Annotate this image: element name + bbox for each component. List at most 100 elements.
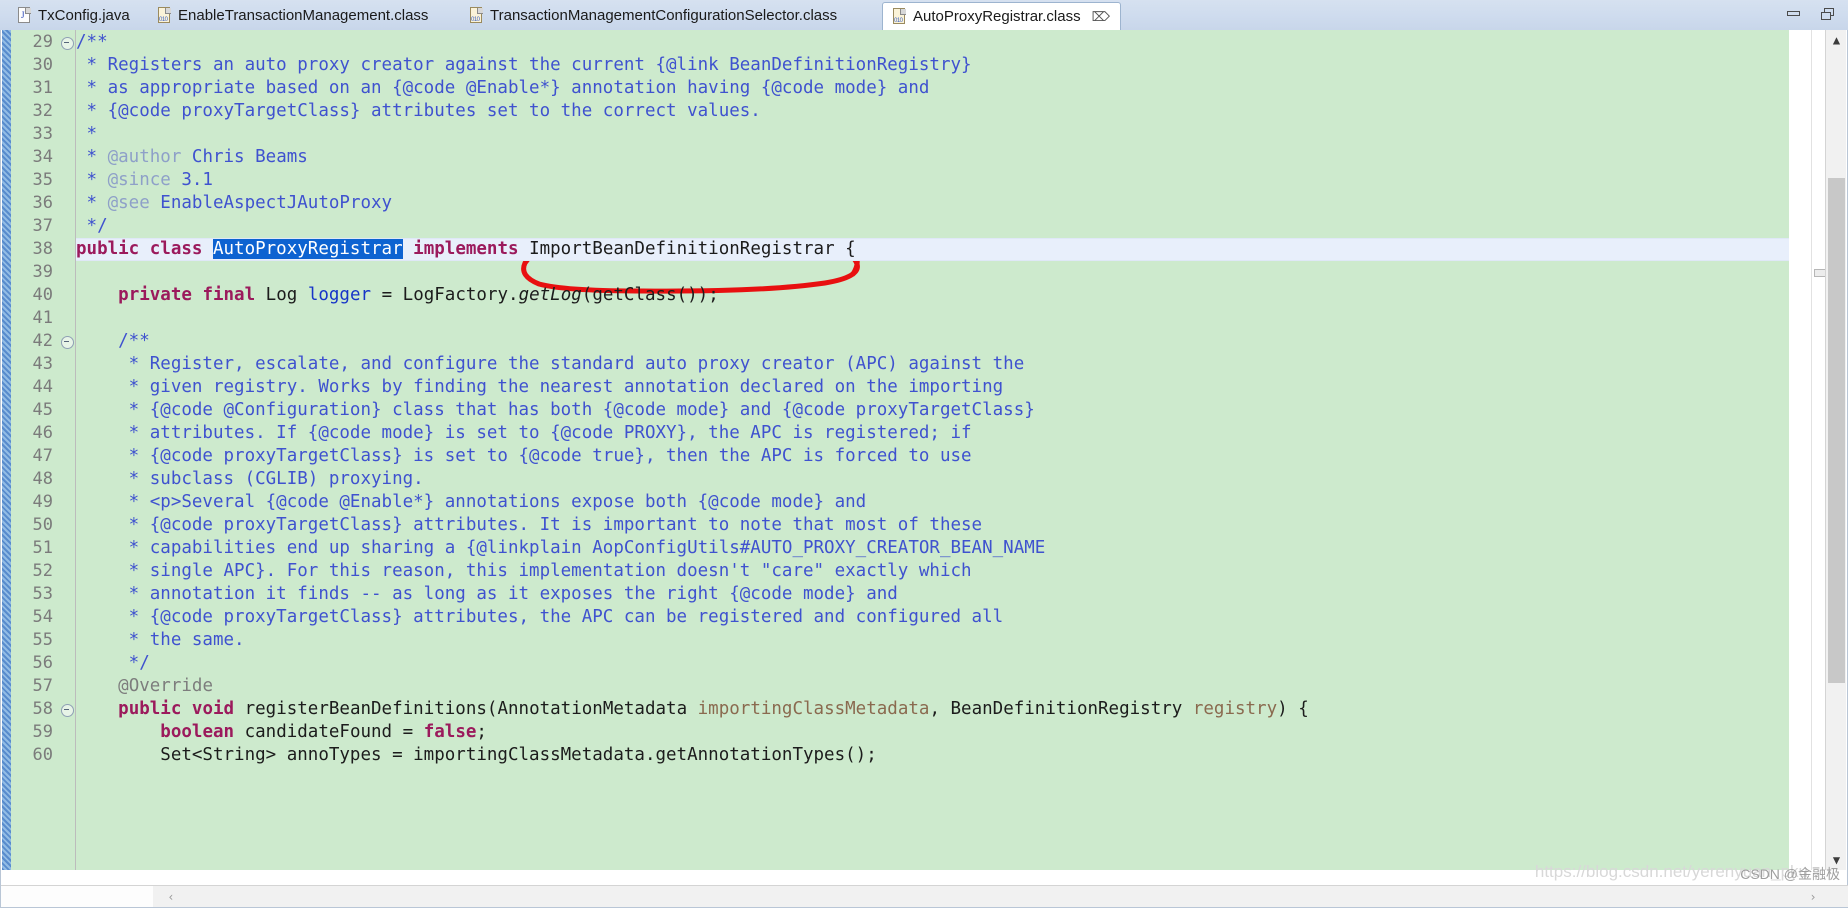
line-number: 43 <box>32 354 53 374</box>
code-token: * {@code proxyTargetClass} attributes se… <box>76 101 761 121</box>
line-number: 31 <box>32 78 53 98</box>
code-token: * <box>76 170 108 190</box>
scroll-left-arrow[interactable]: ‹ <box>161 886 181 907</box>
line-number: 40 <box>32 285 53 305</box>
code-token: Log <box>265 285 308 305</box>
code-line: * subclass (CGLIB) proxying. <box>76 468 424 491</box>
line-number: 39 <box>32 262 53 282</box>
code-token: Chris Beams <box>181 147 308 167</box>
code-editor[interactable]: 29 30 31 32 33 34 35 36 37 38 39 40 41 42 43 44 45 46 47 48… <box>0 30 1848 908</box>
code-line: * @author Chris Beams <box>76 146 308 169</box>
code-token: EnableAspectJAutoProxy <box>149 193 393 213</box>
line-number: 53 <box>32 584 53 604</box>
code-token: importingClassMetadata <box>697 699 930 719</box>
code-token: false <box>423 722 477 742</box>
scroll-down-arrow[interactable]: ▼ <box>1826 850 1847 870</box>
code-token: * given registry. Works by finding the n… <box>76 377 1004 397</box>
tab-label: TxConfig.java <box>38 7 130 24</box>
code-token: /** <box>76 331 150 351</box>
fold-toggle-icon[interactable] <box>61 31 74 54</box>
code-token: * Registers an auto proxy creator agains… <box>76 55 972 75</box>
line-number: 45 <box>32 400 53 420</box>
code-line: * @since 3.1 <box>76 169 213 192</box>
code-token: * attributes. If {@code mode} is set to … <box>76 423 972 443</box>
code-line: * {@code proxyTargetClass} is set to {@c… <box>76 445 972 468</box>
code-token: */ <box>76 216 108 236</box>
code-line: * @see EnableAspectJAutoProxy <box>76 192 393 215</box>
code-line: */ <box>76 652 150 675</box>
code-token: candidateFound = <box>244 722 424 742</box>
code-text-area[interactable]: /** * Registers an auto proxy creator ag… <box>76 30 1789 870</box>
line-number: 50 <box>32 515 53 535</box>
code-token: ) { <box>1277 699 1309 719</box>
code-line: * {@code proxyTargetClass} attributes. I… <box>76 514 982 537</box>
scrollbar-corner <box>1 886 153 907</box>
code-line: public void registerBeanDefinitions(Anno… <box>76 698 1309 721</box>
line-number: 33 <box>32 124 53 144</box>
class-file-icon: 010 <box>893 8 907 25</box>
code-line: * attributes. If {@code mode} is set to … <box>76 422 972 445</box>
code-line: * {@code proxyTargetClass} attributes se… <box>76 100 761 123</box>
code-token: * {@code proxyTargetClass} attributes. I… <box>76 515 983 535</box>
line-number: 30 <box>32 55 53 75</box>
tab-enabletransactionmanagement-class[interactable]: 010 EnableTransactionManagement.class <box>148 3 438 28</box>
code-token: boolean <box>160 722 245 742</box>
code-token: * <box>76 193 108 213</box>
code-token: * {@code @Configuration} class that has … <box>76 400 1035 420</box>
code-token: private final <box>118 285 266 305</box>
line-number: 35 <box>32 170 53 190</box>
line-number: 37 <box>32 216 53 236</box>
code-token: = LogFactory. <box>371 285 519 305</box>
line-number: 52 <box>32 561 53 581</box>
tab-autoproxyregistrar-class[interactable]: 010 AutoProxyRegistrar.class ⌦ <box>882 2 1121 30</box>
code-token: * annotation it finds -- as long as it e… <box>76 584 898 604</box>
eclipse-editor-window: J TxConfig.java 010 EnableTransactionMan… <box>0 0 1848 908</box>
scroll-right-arrow[interactable]: › <box>1803 886 1823 907</box>
line-number: 32 <box>32 101 53 121</box>
java-file-icon: J <box>18 7 32 24</box>
code-line: * <p>Several {@code @Enable*} annotation… <box>76 491 867 514</box>
vertical-scrollbar-thumb[interactable] <box>1828 178 1845 683</box>
code-line: * Register, escalate, and configure the … <box>76 353 1025 376</box>
folding-column[interactable] <box>59 30 76 870</box>
code-line: @Override <box>76 675 213 698</box>
code-token: @author <box>107 147 182 167</box>
code-token: * {@code proxyTargetClass} attributes, t… <box>76 607 1004 627</box>
code-token: * {@code proxyTargetClass} is set to {@c… <box>76 446 972 466</box>
horizontal-scrollbar[interactable]: ‹ › <box>1 885 1848 907</box>
code-token: 3.1 <box>170 170 213 190</box>
code-token: * capabilities end up sharing a {@linkpl… <box>76 538 1046 558</box>
code-line: * <box>76 123 98 146</box>
code-token: @since <box>107 170 171 190</box>
tab-transactionmanagementconfigurationselector-class[interactable]: 010 TransactionManagementConfigurationSe… <box>460 3 847 28</box>
class-file-icon: 010 <box>470 7 484 24</box>
tab-txconfig-java[interactable]: J TxConfig.java <box>8 3 140 28</box>
scroll-up-arrow[interactable]: ▲ <box>1826 30 1847 50</box>
close-icon[interactable]: ⌦ <box>1092 9 1110 25</box>
selected-token: AutoProxyRegistrar <box>212 239 403 259</box>
line-number: 59 <box>32 722 53 742</box>
line-number: 58 <box>32 699 53 719</box>
overview-ruler[interactable] <box>1811 30 1826 870</box>
vertical-scrollbar[interactable]: ▲ ▼ <box>1825 30 1846 870</box>
editor-tab-bar: J TxConfig.java 010 EnableTransactionMan… <box>0 0 1848 31</box>
maximize-restore-icon[interactable] <box>1820 6 1836 22</box>
line-number: 57 <box>32 676 53 696</box>
fold-toggle-icon[interactable] <box>61 698 74 721</box>
fold-toggle-icon[interactable] <box>61 330 74 353</box>
code-token: * as appropriate based on an {@code @Ena… <box>76 78 930 98</box>
line-number: 46 <box>32 423 53 443</box>
minimize-icon[interactable] <box>1786 6 1802 22</box>
tab-label: EnableTransactionManagement.class <box>178 7 429 24</box>
change-marker-bar <box>2 30 11 870</box>
code-line: * {@code proxyTargetClass} attributes, t… <box>76 606 1004 629</box>
code-line: * capabilities end up sharing a {@linkpl… <box>76 537 1046 560</box>
code-token: (getClass()); <box>581 285 719 305</box>
line-number: 36 <box>32 193 53 213</box>
code-token: * single APC}. For this reason, this imp… <box>76 561 972 581</box>
code-token: Set<String> annoTypes = importingClassMe… <box>76 745 877 765</box>
